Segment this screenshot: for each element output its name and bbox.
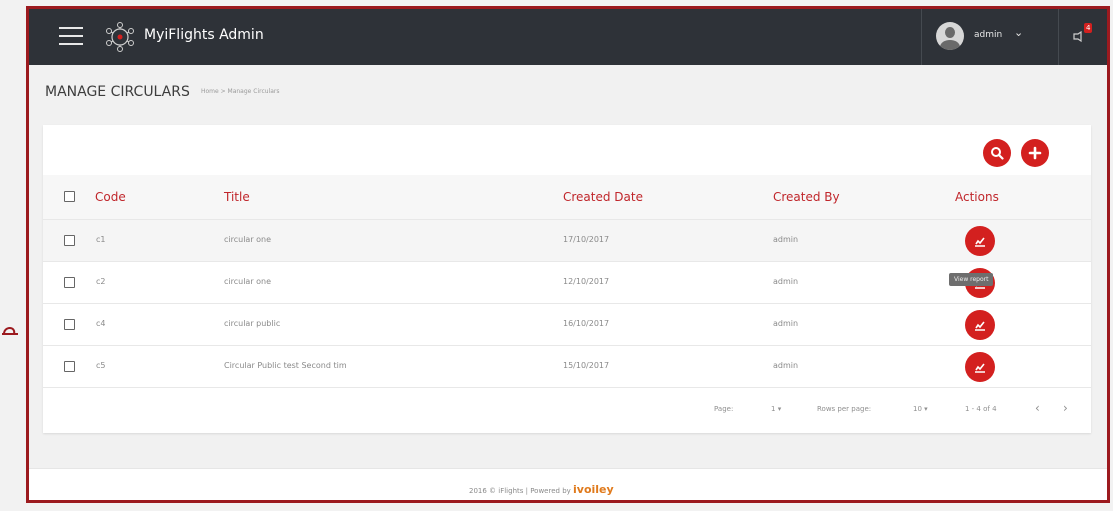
plus-icon [1028,146,1042,160]
cell-title: circular one [224,277,272,286]
cell-created-by: admin [773,361,799,370]
add-circular-button[interactable] [1021,139,1049,167]
page-title: MANAGE CIRCULARS [45,84,190,100]
rows-per-page-label: Rows per page: [817,405,872,413]
page-value: 1 [771,405,776,413]
report-icon [975,321,985,331]
report-icon [975,363,985,373]
avatar[interactable] [936,22,964,50]
footer-text: 2016 © iFlights | Powered by ivoiley [469,483,614,496]
cell-code: c2 [96,277,106,286]
select-all-checkbox[interactable] [64,191,75,202]
cell-code: c4 [96,319,106,328]
column-header-code[interactable]: Code [95,190,126,204]
top-navbar: MyiFlights Admin admin ⌄ 4 [29,9,1107,65]
page-select[interactable]: 1 ▾ [771,405,781,413]
footer-copyright: 2016 © iFlights | Powered by [469,487,571,495]
footer: 2016 © iFlights | Powered by ivoiley [29,468,1107,500]
app-title: MyiFlights Admin [144,27,264,43]
cell-created-date: 12/10/2017 [563,277,610,286]
table-row[interactable]: c5 Circular Public test Second tim 15/10… [43,345,1091,387]
table-row[interactable]: c4 circular public 16/10/2017 admin [43,303,1091,345]
report-icon [975,237,985,247]
row-checkbox[interactable] [64,361,75,372]
cell-created-by: admin [773,319,799,328]
breadcrumb[interactable]: Home > Manage Circulars [201,88,280,95]
rows-per-page-value: 10 [913,405,922,413]
app-window: MyiFlights Admin admin ⌄ 4 MANAGE CIRCUL… [26,6,1110,503]
red-swirl-mark [2,327,18,335]
column-header-actions: Actions [955,190,999,204]
circulars-card: Code Title Created Date Created By Actio… [43,125,1091,433]
notifications-button[interactable]: 4 [1072,23,1102,53]
app-logo-icon [106,22,134,52]
cell-title: Circular Public test Second tim [224,361,347,370]
column-header-created-by[interactable]: Created By [773,190,840,204]
view-report-button[interactable] [965,310,995,340]
view-report-tooltip: View report [949,273,994,286]
search-icon [991,147,1004,160]
cell-title: circular one [224,235,272,244]
cell-created-by: admin [773,235,799,244]
table-row[interactable]: c1 circular one 17/10/2017 admin [43,219,1091,261]
table-header: Code Title Created Date Created By Actio… [43,175,1091,219]
page-header: MANAGE CIRCULARS Home > Manage Circulars [45,81,280,101]
cell-code: c1 [96,235,106,244]
cell-created-date: 15/10/2017 [563,361,610,370]
cell-title: circular public [224,319,281,328]
view-report-button[interactable] [965,226,995,256]
chevron-right-icon[interactable]: › [1063,401,1068,415]
notification-badge: 4 [1084,23,1093,33]
rows-per-page-select[interactable]: 10 ▾ [913,405,928,413]
row-checkbox[interactable] [64,319,75,330]
chevron-down-icon[interactable]: ⌄ [1014,26,1023,39]
chevron-left-icon[interactable]: ‹ [1035,401,1040,415]
column-header-created-date[interactable]: Created Date [563,190,643,204]
row-checkbox[interactable] [64,235,75,246]
user-name[interactable]: admin [974,30,1002,40]
cell-created-date: 17/10/2017 [563,235,610,244]
hamburger-menu-icon[interactable] [59,27,83,45]
page-label: Page: [714,405,734,413]
row-checkbox[interactable] [64,277,75,288]
cell-created-by: admin [773,277,799,286]
page-range: 1 - 4 of 4 [965,405,997,413]
cell-code: c5 [96,361,106,370]
user-menu[interactable]: admin ⌄ [921,9,1059,65]
view-report-button[interactable] [965,352,995,382]
footer-brand-logo[interactable]: ivoiley [573,483,614,496]
search-button[interactable] [983,139,1011,167]
table-row[interactable]: c2 circular one 12/10/2017 admin [43,261,1091,303]
column-header-title[interactable]: Title [224,190,250,204]
cell-created-date: 16/10/2017 [563,319,610,328]
pagination-bar: Page: 1 ▾ Rows per page: 10 ▾ 1 - 4 of 4… [43,387,1091,433]
